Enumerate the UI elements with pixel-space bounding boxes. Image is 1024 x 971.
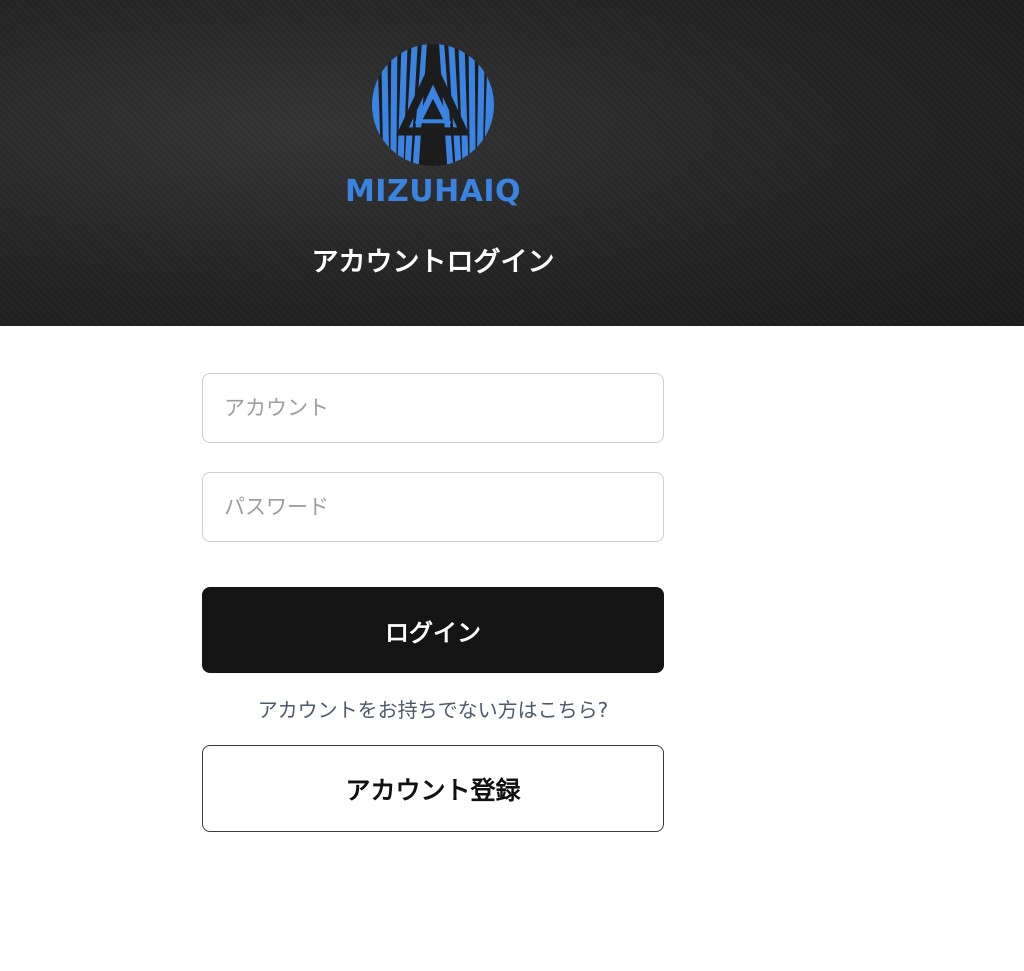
login-button[interactable]: ログイン: [202, 587, 664, 673]
mizuhaiq-logo-icon: [372, 44, 494, 166]
header-banner: MIZUHAIQ アカウントログイン: [0, 0, 1024, 326]
register-prompt-text: アカウントをお持ちでない方はこちら?: [257, 698, 609, 722]
page-title: アカウントログイン: [311, 247, 555, 278]
brand-name: MIZUHAIQ: [344, 174, 522, 209]
register-button[interactable]: アカウント登録: [202, 745, 664, 832]
account-input[interactable]: [202, 373, 664, 443]
password-input[interactable]: [202, 472, 664, 542]
